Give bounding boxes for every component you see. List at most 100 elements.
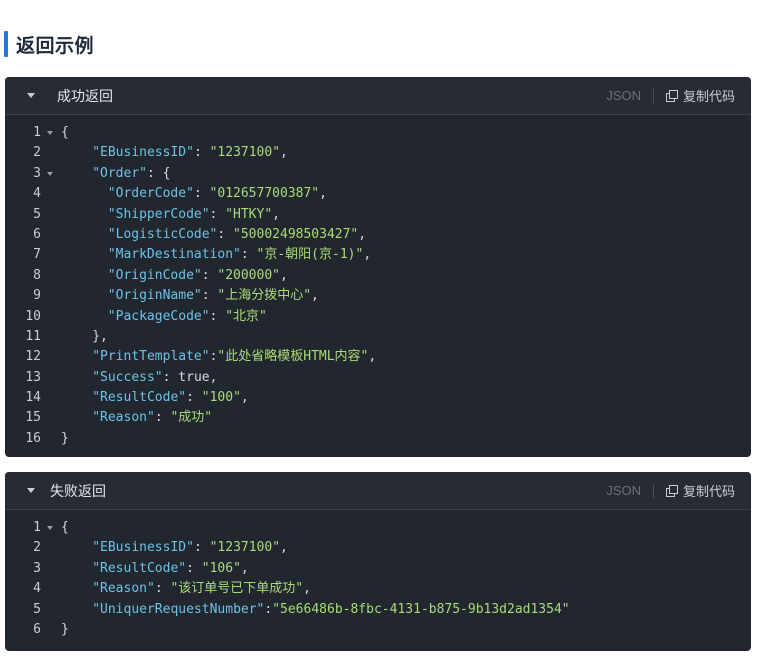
code-token: } — [61, 621, 69, 637]
code-token: "1237100" — [209, 540, 281, 556]
code-token: : — [193, 540, 210, 556]
code-token: : — [186, 390, 202, 406]
code-token: , — [363, 247, 372, 263]
language-label: JSON — [606, 88, 641, 103]
code-text: "EBusinessID": "1237100", — [61, 143, 288, 163]
fold-gutter — [41, 164, 61, 184]
code-line: 4 "Reason": "该订单号已下单成功", — [5, 579, 751, 599]
line-number: 10 — [25, 308, 41, 324]
code-token: , — [280, 145, 288, 161]
code-token: "Order" — [92, 165, 147, 181]
language-label: JSON — [606, 483, 641, 498]
code-token: : — [154, 410, 171, 426]
code-line: 6 "LogisticCode": "50002498503427", — [5, 225, 751, 245]
code-token: "Reason" — [92, 410, 155, 426]
collapse-caret-icon[interactable] — [27, 93, 35, 98]
panel-header: 失败返回 JSON 复制代码 — [5, 472, 751, 510]
code-token: "50002498503427" — [233, 226, 359, 242]
code-line: 1{ — [5, 518, 751, 538]
code-token: { — [61, 520, 69, 535]
code-token: "ShipperCode" — [107, 206, 210, 222]
line-number: 7 — [33, 247, 41, 263]
code-token: "MarkDestination" — [107, 247, 241, 263]
line-number: 3 — [33, 560, 41, 576]
code-text: { — [61, 123, 69, 143]
line-number: 14 — [25, 390, 41, 406]
fold-toggle-icon[interactable] — [47, 131, 53, 135]
fold-gutter — [41, 205, 61, 225]
code-line: 10 "PackageCode": "北京" — [5, 307, 751, 327]
code-line: 5 "UniquerRequestNumber":"5e66486b-8fbc-4… — [5, 600, 751, 620]
line-number: 5 — [33, 601, 41, 617]
code-token: , — [280, 267, 288, 283]
fold-toggle-icon[interactable] — [47, 171, 53, 176]
code-line: 12 "PrintTemplate":"此处省略模板HTML内容", — [5, 347, 751, 367]
code-text: }, — [61, 327, 108, 347]
code-line: 16} — [5, 429, 751, 449]
line-number: 5 — [33, 206, 41, 222]
line-number: 15 — [25, 410, 41, 426]
line-number: 1 — [33, 520, 41, 535]
code-token: "PackageCode" — [107, 308, 210, 324]
code-line: 13 "Success": true, — [5, 368, 751, 388]
copy-icon — [665, 89, 678, 102]
copy-code-button[interactable]: 复制代码 — [665, 86, 735, 105]
code-token: : — [201, 288, 218, 304]
code-token: : — [201, 267, 218, 283]
code-token: "京-朝阳(京-1)" — [256, 247, 364, 263]
code-text: "Order": { — [61, 164, 170, 184]
code-token: "5e66486b-8fbc-4131-b875-9b13d2ad1354" — [272, 601, 570, 617]
fold-gutter — [41, 408, 61, 428]
code-token: "Reason" — [92, 581, 155, 597]
code-token: true — [178, 369, 210, 385]
copy-icon — [665, 484, 678, 497]
copy-code-button[interactable]: 复制代码 — [665, 481, 735, 500]
fold-gutter — [41, 559, 61, 579]
fold-gutter — [41, 123, 61, 143]
panel-header: 成功返回 JSON 复制代码 — [5, 77, 751, 115]
code-line: 14 "ResultCode": "100", — [5, 388, 751, 408]
code-token: "Success" — [92, 369, 163, 385]
fold-gutter — [41, 245, 61, 265]
fold-toggle-icon[interactable] — [47, 526, 53, 530]
code-token: "012657700387" — [209, 186, 320, 202]
code-token: : — [209, 206, 226, 222]
code-text: "Reason": "该订单号已下单成功", — [61, 579, 311, 599]
code-text: "Reason": "成功" — [61, 408, 212, 428]
code-token: "北京" — [225, 308, 267, 324]
line-number: 13 — [25, 369, 41, 385]
code-token: "该订单号已下单成功" — [170, 581, 304, 597]
code-token: : — [209, 308, 226, 324]
line-number: 2 — [33, 540, 41, 556]
code-line: 7 "MarkDestination": "京-朝阳(京-1)", — [5, 245, 751, 265]
line-number: 11 — [25, 328, 41, 344]
code-token: : — [217, 226, 234, 242]
fold-gutter — [41, 225, 61, 245]
code-token: : { — [146, 165, 171, 181]
header-divider — [652, 483, 654, 498]
code-token: "OrderCode" — [107, 186, 194, 202]
code-text: "OriginCode": "200000", — [61, 266, 288, 286]
code-line: 2 "EBusinessID": "1237100", — [5, 538, 751, 558]
code-line: 4 "OrderCode": "012657700387", — [5, 184, 751, 204]
panel-header-actions: JSON 复制代码 — [606, 77, 735, 114]
code-line: 3 "Order": { — [5, 164, 751, 184]
fold-gutter — [41, 368, 61, 388]
collapse-caret-icon[interactable] — [27, 488, 35, 493]
code-token: : — [186, 560, 202, 576]
code-token: "此处省略模板HTML内容" — [217, 349, 369, 365]
section-header: 返回示例 — [4, 30, 94, 58]
line-number: 3 — [33, 165, 41, 181]
fold-gutter — [41, 327, 61, 347]
code-token: , — [209, 369, 218, 385]
code-line: 2 "EBusinessID": "1237100", — [5, 143, 751, 163]
code-token: "UniquerRequestNumber" — [92, 601, 265, 617]
code-text: "PrintTemplate":"此处省略模板HTML内容", — [61, 347, 376, 367]
code-line: 8 "OriginCode": "200000", — [5, 266, 751, 286]
code-line: 5 "ShipperCode": "HTKY", — [5, 205, 751, 225]
copy-code-label: 复制代码 — [682, 485, 735, 500]
code-text: "LogisticCode": "50002498503427", — [61, 225, 366, 245]
code-body: 1{2 "EBusinessID": "1237100", 3 "Order": {4… — [5, 115, 751, 449]
code-token: , — [272, 206, 280, 222]
code-token: "EBusinessID" — [92, 145, 194, 161]
